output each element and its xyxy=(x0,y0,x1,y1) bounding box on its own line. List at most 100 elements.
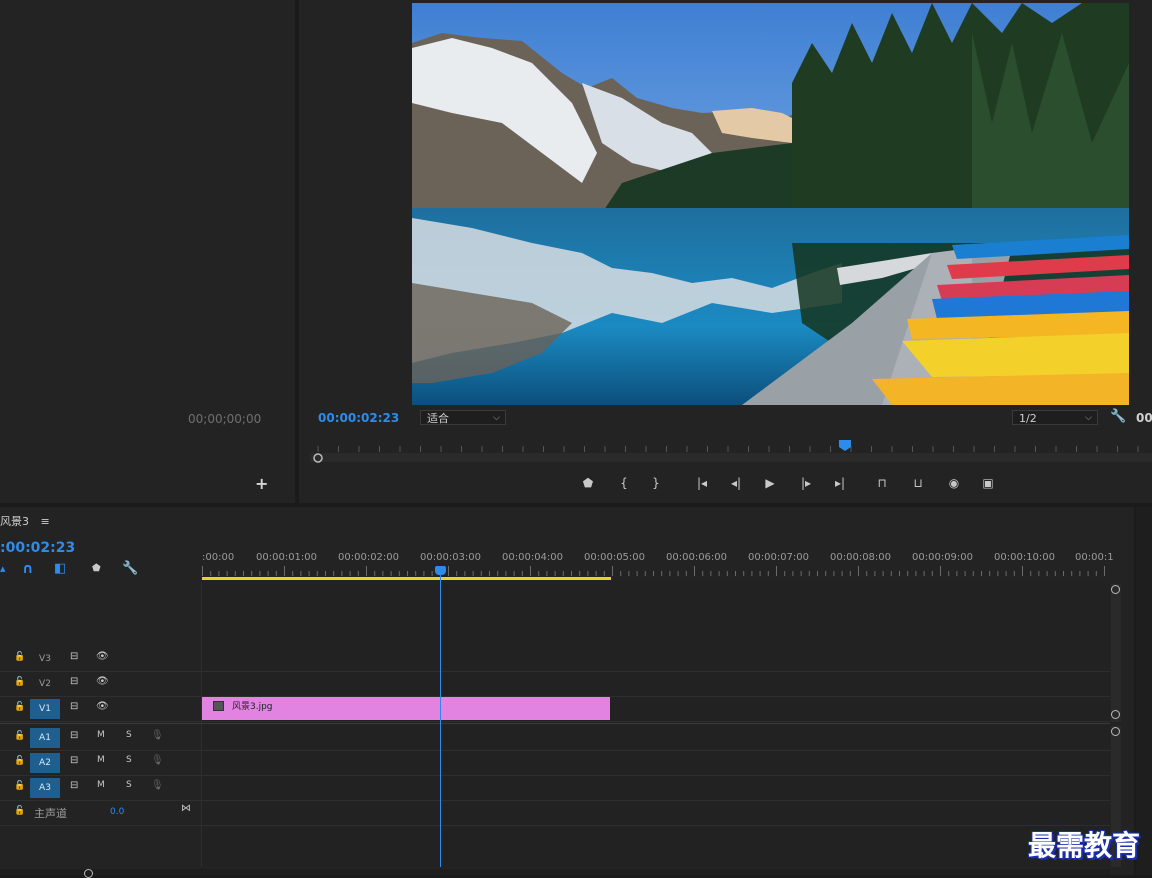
lock-icon[interactable]: 🔓 xyxy=(14,806,25,817)
eye-icon[interactable]: 👁 xyxy=(96,676,109,687)
right-edge-strip xyxy=(1136,507,1152,875)
mark-out-button[interactable]: } xyxy=(646,475,666,491)
solo-button[interactable]: S xyxy=(126,730,132,740)
solo-button[interactable]: S xyxy=(126,755,132,765)
sync-lock-icon[interactable]: ⊟ xyxy=(70,755,78,766)
program-timecode[interactable]: 00:00:02:23 xyxy=(318,411,399,425)
track-a3[interactable]: 🔓 A3 ⊟ M S 🎙 xyxy=(0,776,1110,801)
track-a2[interactable]: 🔓 A2 ⊟ M S 🎙 xyxy=(0,751,1110,776)
sync-lock-icon[interactable]: ⊟ xyxy=(70,651,78,662)
go-to-out-button[interactable]: ▸| xyxy=(830,475,850,491)
mute-button[interactable]: M xyxy=(97,780,105,790)
playback-resolution-dropdown[interactable]: 1/2 ⌵ xyxy=(1012,410,1098,425)
lift-button[interactable]: ⊓ xyxy=(872,475,892,491)
sync-lock-icon[interactable]: ⊟ xyxy=(70,676,78,687)
step-back-button[interactable]: ◂| xyxy=(726,475,746,491)
lock-icon[interactable]: 🔓 xyxy=(14,702,25,713)
sync-lock-icon[interactable]: ⊟ xyxy=(70,780,78,791)
ruler-label: 00:00:03:00 xyxy=(420,552,482,563)
track-label[interactable]: A2 xyxy=(30,753,60,773)
master-track-label: 主声道 xyxy=(34,807,67,820)
ruler-label: 00:00:07:00 xyxy=(748,552,810,563)
track-master[interactable]: 🔓 主声道 0.0 ⋈ xyxy=(0,801,1110,826)
video-clip[interactable]: 风景3.jpg xyxy=(202,697,610,720)
extract-button[interactable]: ⊔ xyxy=(908,475,928,491)
image-clip-icon xyxy=(213,701,224,711)
track-v3[interactable]: 🔓 V3 ⊟ 👁 xyxy=(0,647,1110,672)
add-marker-icon[interactable]: ⬟ xyxy=(92,563,101,574)
sequence-name: 风景3 xyxy=(0,515,29,528)
source-monitor-panel: 00;00;00;00 + xyxy=(0,0,295,503)
eye-icon[interactable]: 👁 xyxy=(96,701,109,712)
play-button[interactable]: ▶ xyxy=(760,475,780,491)
add-marker-button[interactable]: ⬟ xyxy=(578,475,598,491)
track-label[interactable]: V2 xyxy=(30,674,60,694)
go-to-end-icon[interactable]: ⋈ xyxy=(181,803,191,814)
plus-icon[interactable]: + xyxy=(255,474,268,493)
microphone-icon[interactable]: 🎙 xyxy=(151,780,164,791)
scroll-handle-top[interactable] xyxy=(1111,727,1120,736)
sequence-tab[interactable]: 风景3 ≡ xyxy=(0,513,50,529)
track-header: 🔓 A1 ⊟ M S 🎙 xyxy=(0,726,201,750)
zoom-level-value: 适合 xyxy=(427,412,449,425)
timeline-settings-wrench-icon[interactable]: 🔧 xyxy=(122,561,138,576)
snap-magnet-icon[interactable]: ∩ xyxy=(22,561,33,577)
lock-icon[interactable]: 🔓 xyxy=(14,781,25,792)
ruler-label: 00:00:1 xyxy=(1075,552,1114,563)
horizontal-scrollbar[interactable] xyxy=(0,869,1110,875)
chevron-down-icon: ⌵ xyxy=(493,413,500,423)
scroll-handle-bottom[interactable] xyxy=(1111,710,1120,719)
export-frame-button[interactable]: ◉ xyxy=(944,475,964,491)
master-volume-value[interactable]: 0.0 xyxy=(110,807,124,817)
track-label[interactable]: V3 xyxy=(30,649,60,669)
mute-button[interactable]: M xyxy=(97,730,105,740)
panel-menu-icon[interactable]: ≡ xyxy=(41,515,50,528)
track-header: 🔓 A2 ⊟ M S 🎙 xyxy=(0,751,201,775)
lock-icon[interactable]: 🔓 xyxy=(14,652,25,663)
timeline-timecode[interactable]: :00:02:23 xyxy=(0,540,75,556)
ruler-label: 00:00:02:00 xyxy=(338,552,400,563)
timeline-playhead-line[interactable] xyxy=(440,574,441,867)
program-mini-ruler[interactable] xyxy=(310,436,1152,466)
lock-icon[interactable]: 🔓 xyxy=(14,756,25,767)
program-playhead[interactable] xyxy=(839,440,851,451)
go-to-in-button[interactable]: |◂ xyxy=(692,475,712,491)
sync-lock-icon[interactable]: ⊟ xyxy=(70,701,78,712)
zoom-level-dropdown[interactable]: 适合 ⌵ xyxy=(420,410,506,425)
insert-overwrite-icon[interactable]: ▴ xyxy=(0,562,6,575)
mark-in-button[interactable]: { xyxy=(614,475,634,491)
solo-button[interactable]: S xyxy=(126,780,132,790)
microphone-icon[interactable]: 🎙 xyxy=(151,755,164,766)
ruler-label: 00:00:04:00 xyxy=(502,552,564,563)
track-label[interactable]: A3 xyxy=(30,778,60,798)
ruler-label: :00:00 xyxy=(202,552,235,563)
resolution-value: 1/2 xyxy=(1019,412,1037,425)
timeline-playhead-head[interactable] xyxy=(435,566,446,575)
track-header: 🔓 V1 ⊟ 👁 xyxy=(0,697,201,721)
track-header: 🔓 V3 ⊟ 👁 xyxy=(0,647,201,671)
eye-icon[interactable]: 👁 xyxy=(96,651,109,662)
microphone-icon[interactable]: 🎙 xyxy=(151,730,164,741)
sync-lock-icon[interactable]: ⊟ xyxy=(70,730,78,741)
horizontal-scroll-handle[interactable] xyxy=(84,869,93,878)
mute-button[interactable]: M xyxy=(97,755,105,765)
ruler-label: 00:00:09:00 xyxy=(912,552,974,563)
track-label[interactable]: A1 xyxy=(30,728,60,748)
ruler-label: 00:00:06:00 xyxy=(666,552,728,563)
compare-view-button[interactable]: ▣ xyxy=(978,475,998,491)
ruler-label: 00:00:08:00 xyxy=(830,552,892,563)
vertical-scrollbar-video[interactable] xyxy=(1111,584,1121,722)
chevron-down-icon: ⌵ xyxy=(1085,413,1092,423)
lock-icon[interactable]: 🔓 xyxy=(14,731,25,742)
track-label[interactable]: V1 xyxy=(30,699,60,719)
track-a1[interactable]: 🔓 A1 ⊟ M S 🎙 xyxy=(0,726,1110,751)
track-header: 🔓 主声道 0.0 ⋈ xyxy=(0,801,201,825)
linked-selection-icon[interactable]: ◧ xyxy=(54,561,66,576)
settings-wrench-icon[interactable]: 🔧 xyxy=(1110,409,1126,424)
step-forward-button[interactable]: |▸ xyxy=(796,475,816,491)
lock-icon[interactable]: 🔓 xyxy=(14,677,25,688)
scroll-handle-top[interactable] xyxy=(1111,585,1120,594)
watermark-text: 最需教育 xyxy=(1028,829,1141,862)
work-area-bar[interactable] xyxy=(202,577,611,580)
track-v2[interactable]: 🔓 V2 ⊟ 👁 xyxy=(0,672,1110,697)
